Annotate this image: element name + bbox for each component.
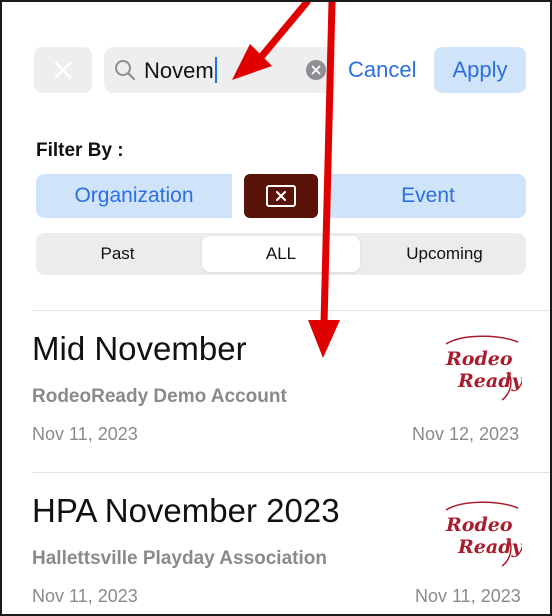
divider — [32, 310, 550, 311]
rodeoready-logo: Rodeo Ready — [445, 335, 522, 401]
filter-event-button[interactable]: Event — [330, 174, 526, 218]
clear-circle-icon[interactable] — [306, 60, 326, 80]
event-end-date: Nov 12, 2023 — [412, 424, 520, 444]
time-filter: Past ALL Upcoming — [36, 233, 526, 275]
event-end-date: Nov 11, 2023 — [415, 586, 521, 606]
time-option-past[interactable]: Past — [36, 233, 199, 275]
filter-toggle-button[interactable] — [244, 174, 318, 218]
clear-button[interactable] — [34, 47, 92, 93]
annotation-arrowhead — [308, 320, 340, 358]
time-option-upcoming[interactable]: Upcoming — [363, 233, 526, 275]
search-icon — [115, 60, 136, 81]
close-icon — [54, 61, 72, 79]
search-query[interactable]: Novem — [144, 57, 217, 84]
event-start-date: Nov 11, 2023 — [32, 424, 138, 444]
divider — [32, 472, 550, 473]
app-screen: Novem Cancel Apply Filter By : Organizat… — [0, 0, 552, 616]
text-caret — [214, 57, 217, 84]
event-title: HPA November 2023 — [32, 492, 340, 529]
svg-text:Ready: Ready — [457, 370, 522, 392]
event-start-date: Nov 11, 2023 — [32, 586, 138, 606]
close-box-icon — [266, 185, 296, 207]
apply-button[interactable]: Apply — [434, 47, 526, 93]
event-organization: Hallettsville Playday Association — [32, 548, 327, 569]
search-input[interactable]: Novem — [104, 47, 336, 93]
svg-text:Rodeo: Rodeo — [445, 348, 513, 370]
svg-text:Ready: Ready — [457, 536, 522, 558]
filter-organization-button[interactable]: Organization — [36, 174, 232, 218]
time-option-all[interactable]: ALL — [202, 236, 360, 272]
rodeoready-logo: Rodeo Ready — [445, 501, 522, 567]
filter-label: Filter By : — [36, 140, 124, 161]
event-title: Mid November — [32, 330, 247, 367]
cancel-button[interactable]: Cancel — [348, 57, 416, 83]
event-organization: RodeoReady Demo Account — [32, 386, 287, 407]
svg-text:Rodeo: Rodeo — [445, 514, 513, 536]
